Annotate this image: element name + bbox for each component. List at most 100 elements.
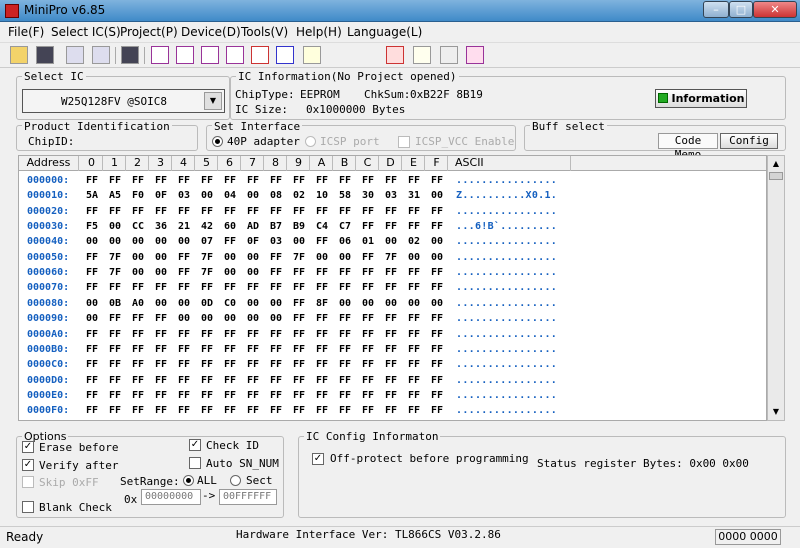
byte-cell[interactable]: FF xyxy=(266,250,286,265)
maximize-button[interactable]: □ xyxy=(729,1,753,18)
byte-cell[interactable]: FF xyxy=(335,373,355,388)
byte-cell[interactable]: 10 xyxy=(312,188,332,203)
program-icon[interactable] xyxy=(386,46,404,64)
byte-cell[interactable]: 7F xyxy=(197,265,217,280)
byte-cell[interactable]: 0B xyxy=(105,296,125,311)
chevron-down-icon[interactable]: ▼ xyxy=(204,92,222,110)
byte-cell[interactable]: FF xyxy=(358,173,378,188)
byte-cell[interactable]: 36 xyxy=(151,219,171,234)
row-ascii[interactable]: ................ xyxy=(456,388,557,403)
byte-cell[interactable]: FF xyxy=(312,204,332,219)
fill-icon[interactable] xyxy=(251,46,269,64)
byte-cell[interactable]: 00 xyxy=(312,250,332,265)
byte-cell[interactable]: 00 xyxy=(404,250,424,265)
table-row[interactable]: 000020: FF FF FF FF FF FF FF FF FF FF FF FF FF FF FF FF.… xyxy=(19,204,766,219)
information-button[interactable]: Information xyxy=(655,89,747,108)
byte-cell[interactable]: FF xyxy=(151,173,171,188)
byte-cell[interactable]: 7F xyxy=(197,250,217,265)
byte-cell[interactable]: FF xyxy=(266,342,286,357)
byte-cell[interactable]: 00 xyxy=(243,250,263,265)
byte-cell[interactable]: FF xyxy=(128,357,148,372)
byte-cell[interactable]: 00 xyxy=(266,311,286,326)
byte-cell[interactable]: FF xyxy=(197,204,217,219)
byte-cell[interactable]: FF xyxy=(427,388,447,403)
row-ascii[interactable]: ................ xyxy=(456,357,557,372)
radio-range-all[interactable] xyxy=(183,475,194,486)
minimize-button[interactable]: – xyxy=(703,1,729,18)
byte-cell[interactable]: 0D xyxy=(197,296,217,311)
byte-cell[interactable]: FF xyxy=(220,342,240,357)
byte-cell[interactable]: FF xyxy=(243,342,263,357)
scroll-down-icon[interactable]: ▼ xyxy=(769,405,783,419)
byte-cell[interactable]: FF xyxy=(358,219,378,234)
byte-cell[interactable]: FF xyxy=(105,280,125,295)
byte-cell[interactable]: FF xyxy=(151,373,171,388)
table-row[interactable]: 0000D0: FF FF FF FF FF FF FF FF FF FF FF FF FF FF FF FF.… xyxy=(19,373,766,388)
byte-cell[interactable]: FF xyxy=(220,280,240,295)
blank-check-icon[interactable] xyxy=(201,46,219,64)
byte-cell[interactable]: FF xyxy=(335,311,355,326)
byte-cell[interactable]: FF xyxy=(151,388,171,403)
row-ascii[interactable]: ................ xyxy=(456,234,557,249)
byte-cell[interactable]: FF xyxy=(105,357,125,372)
byte-cell[interactable]: 00 xyxy=(105,219,125,234)
menu-language[interactable]: Language(L) xyxy=(347,25,422,39)
byte-cell[interactable]: FF xyxy=(404,311,424,326)
byte-cell[interactable]: FF xyxy=(243,280,263,295)
byte-cell[interactable]: FF xyxy=(197,403,217,418)
byte-cell[interactable]: FF xyxy=(381,388,401,403)
byte-cell[interactable]: FF xyxy=(427,403,447,418)
byte-cell[interactable]: A5 xyxy=(105,188,125,203)
byte-cell[interactable]: 7F xyxy=(105,250,125,265)
byte-cell[interactable]: 00 xyxy=(82,296,102,311)
byte-cell[interactable]: FF xyxy=(243,373,263,388)
byte-cell[interactable]: FF xyxy=(335,265,355,280)
byte-cell[interactable]: FF xyxy=(151,204,171,219)
byte-cell[interactable]: FF xyxy=(105,342,125,357)
byte-cell[interactable]: FF xyxy=(128,342,148,357)
table-row[interactable]: 0000A0: FF FF FF FF FF FF FF FF FF FF FF FF FF FF FF FF.… xyxy=(19,327,766,342)
byte-cell[interactable]: FF xyxy=(266,327,286,342)
byte-cell[interactable]: FF xyxy=(358,250,378,265)
byte-cell[interactable]: FF xyxy=(335,342,355,357)
menu-device[interactable]: Device(D) xyxy=(181,25,241,39)
byte-cell[interactable]: FF xyxy=(404,342,424,357)
byte-cell[interactable]: FF xyxy=(358,388,378,403)
byte-cell[interactable]: FF xyxy=(289,265,309,280)
byte-cell[interactable]: FF xyxy=(358,280,378,295)
erase-checkbox[interactable]: ✓ xyxy=(22,441,34,453)
byte-cell[interactable]: C7 xyxy=(335,219,355,234)
byte-cell[interactable]: FF xyxy=(335,357,355,372)
byte-cell[interactable]: FF xyxy=(381,327,401,342)
byte-cell[interactable]: FF xyxy=(220,327,240,342)
byte-cell[interactable]: 03 xyxy=(381,188,401,203)
byte-cell[interactable]: 31 xyxy=(404,188,424,203)
byte-cell[interactable]: FF xyxy=(266,388,286,403)
byte-cell[interactable]: FF xyxy=(289,280,309,295)
byte-cell[interactable]: FF xyxy=(243,388,263,403)
byte-cell[interactable]: 03 xyxy=(266,234,286,249)
range-from-input[interactable]: 00000000 xyxy=(141,489,201,505)
byte-cell[interactable]: FF xyxy=(427,327,447,342)
menu-tools[interactable]: Tools(V) xyxy=(241,25,288,39)
byte-cell[interactable]: FF xyxy=(151,280,171,295)
byte-cell[interactable]: FF xyxy=(404,204,424,219)
byte-cell[interactable]: 00 xyxy=(105,234,125,249)
byte-cell[interactable]: 00 xyxy=(220,265,240,280)
byte-cell[interactable]: 00 xyxy=(197,188,217,203)
byte-cell[interactable]: FF xyxy=(128,388,148,403)
byte-cell[interactable]: FF xyxy=(82,342,102,357)
byte-cell[interactable]: FF xyxy=(404,373,424,388)
byte-cell[interactable]: FF xyxy=(151,357,171,372)
byte-cell[interactable]: FF xyxy=(220,204,240,219)
byte-cell[interactable]: FF xyxy=(105,204,125,219)
byte-cell[interactable]: FF xyxy=(220,373,240,388)
byte-cell[interactable]: FF xyxy=(358,373,378,388)
byte-cell[interactable]: 58 xyxy=(335,188,355,203)
byte-cell[interactable]: FF xyxy=(220,234,240,249)
byte-cell[interactable]: FF xyxy=(128,204,148,219)
byte-cell[interactable]: CC xyxy=(128,219,148,234)
row-ascii[interactable]: ................ xyxy=(456,204,557,219)
byte-cell[interactable]: FF xyxy=(381,219,401,234)
byte-cell[interactable]: 7F xyxy=(105,265,125,280)
